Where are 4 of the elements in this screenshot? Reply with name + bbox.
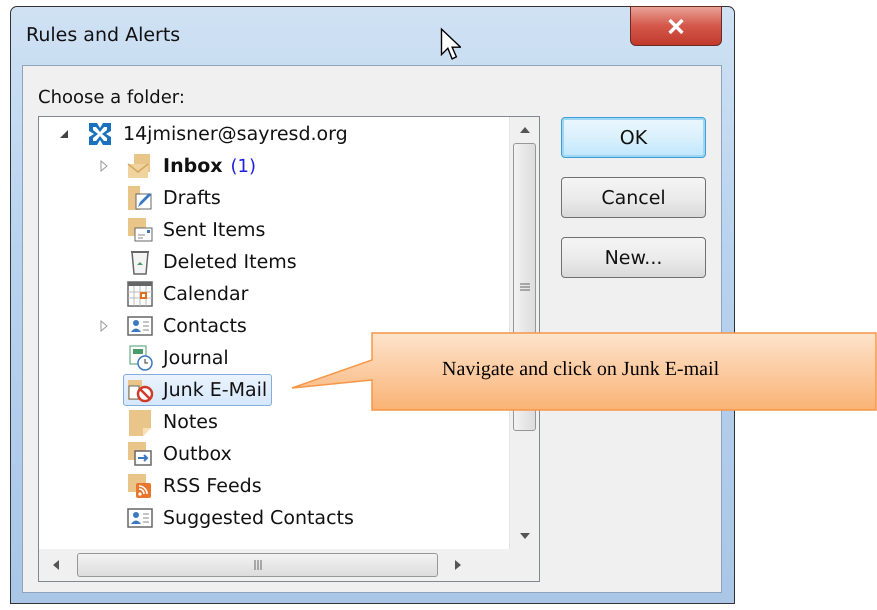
unread-count: (1) (230, 156, 256, 176)
folder-label: Choose a folder: (38, 87, 186, 110)
callout-text: Navigate and click on Junk E-mail (442, 358, 720, 381)
window-title: Rules and Alerts (26, 24, 180, 46)
